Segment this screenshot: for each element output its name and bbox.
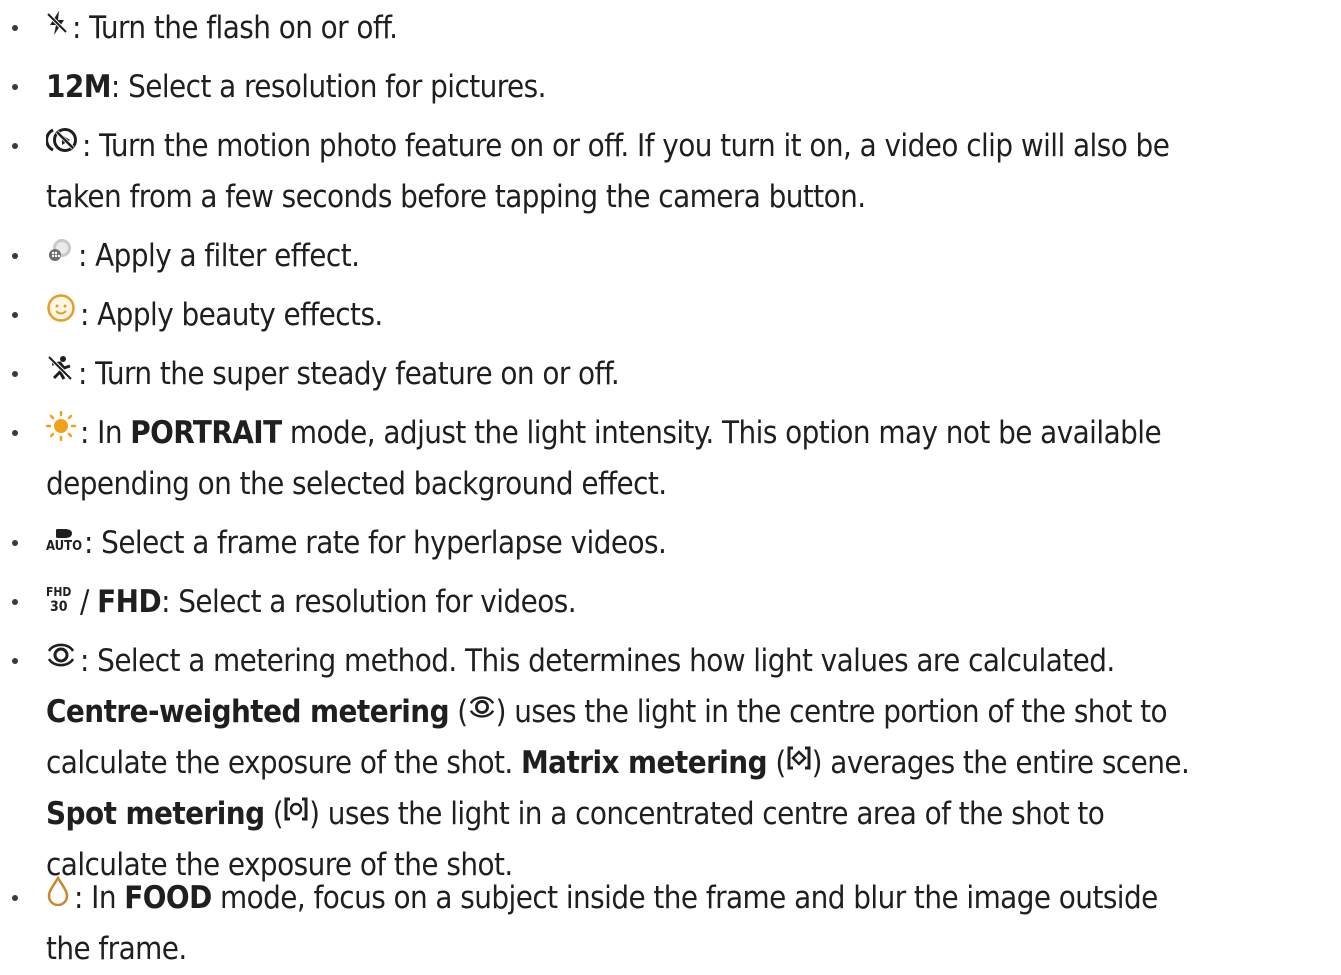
super-steady-description: : Turn the super steady feature on or of… [78,356,620,392]
frame-rate-auto-icon: AUTO [46,526,83,558]
food-prefix: : In [74,880,125,916]
light-description-cont: depending on the selected background eff… [46,466,667,502]
spot-description: uses the light in a concentrated centre … [319,796,1105,832]
motion-photo-description: : Turn the motion photo feature on or of… [82,128,1170,164]
metering-description: : Select a metering method. This determi… [80,643,1115,679]
centre-weighted-description: uses the light in the centre portion of … [505,694,1168,730]
resolution-description: : Select a resolution for pictures. [110,69,547,105]
bullet [6,518,24,569]
beauty-face-icon [46,288,76,339]
bullet [6,62,24,113]
bullet [6,408,24,459]
bullet [6,121,24,172]
matrix-metering-icon [786,736,812,787]
centre-weighted-metering-icon [468,685,496,736]
bullet [6,290,24,341]
light-description: mode, adjust the light intensity. This o… [281,415,1162,451]
beauty-description: : Apply beauty effects. [80,297,383,333]
motion-photo-description-cont: taken from a few seconds before tapping … [46,179,866,215]
food-mode-label: FOOD [124,880,212,916]
matrix-description: averages the entire scene. [822,745,1190,781]
light-prefix: : In [80,415,131,451]
fhd-icon-bottom: 30 [50,598,68,615]
bullet [6,873,24,924]
spot-label: Spot metering [46,796,265,832]
fhd-label: FHD [97,584,162,620]
fhd-description: : Select a resolution for videos. [161,584,577,620]
fhd-separator: / [80,584,98,620]
matrix-label: Matrix metering [520,745,768,781]
centre-weighted-label: Centre-weighted metering [46,694,450,730]
spot-metering-icon [283,787,309,838]
filter-icon [46,229,74,280]
filter-description: : Apply a filter effect. [78,238,360,274]
frame-rate-auto-text: AUTO [46,538,83,554]
motion-photo-icon [45,119,78,170]
portrait-mode-label: PORTRAIT [130,415,282,451]
food-description-cont: the frame. [46,931,187,967]
food-description: mode, focus on a subject inside the fram… [211,880,1158,916]
centre-weighted-metering-icon [46,634,76,685]
flash-description: : Turn the flash on or off. [72,10,398,46]
bullet [6,231,24,282]
resolution-label: 12M [46,69,111,105]
bullet [6,636,24,687]
bullet [6,577,24,628]
food-focus-drop-icon [46,871,70,922]
super-steady-icon [46,347,74,398]
matrix-prefix: calculate the exposure of the shot. [46,745,521,781]
sun-icon [45,406,77,457]
frame-rate-description: : Select a frame rate for hyperlapse vid… [84,525,667,561]
bullet [6,3,24,54]
bullet [6,349,24,400]
fhd-icon-top: FHD [46,584,72,599]
fhd-30-icon: FHD 30 [46,585,76,617]
flash-off-icon [46,1,68,52]
